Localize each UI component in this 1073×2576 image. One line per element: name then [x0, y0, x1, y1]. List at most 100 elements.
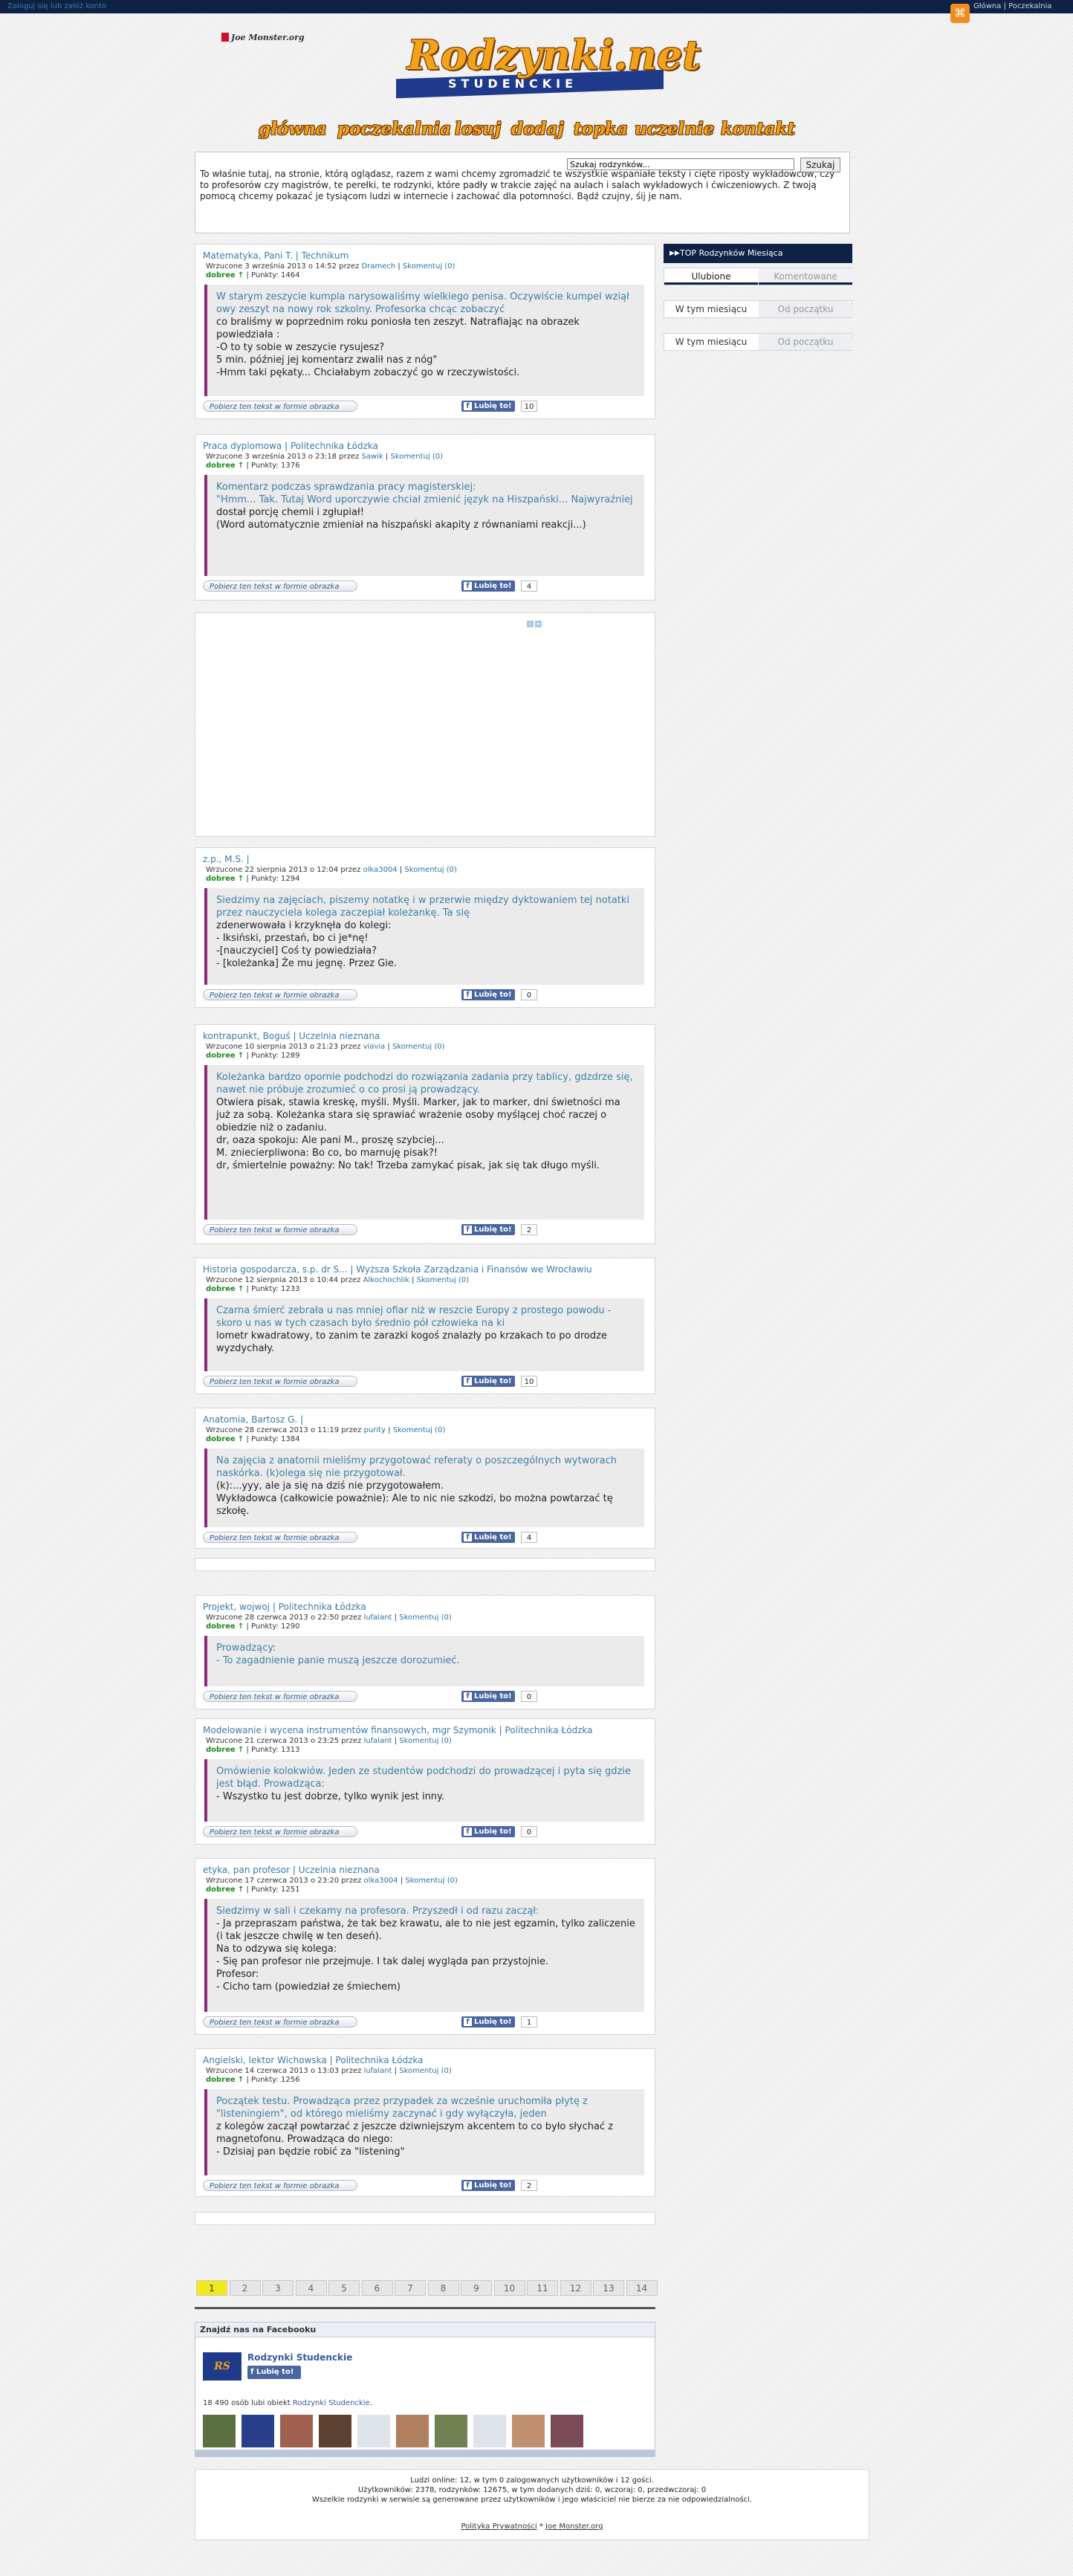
avatar[interactable] — [357, 2415, 390, 2447]
vote-up-button[interactable]: dobree — [206, 271, 236, 279]
post-author-link[interactable]: olka3004 — [364, 1877, 398, 1885]
page-2-button[interactable]: 2 — [229, 2280, 261, 2296]
post-lecturer-link[interactable]: etyka, pan profesor — [203, 1865, 290, 1875]
page-4-button[interactable]: 4 — [295, 2280, 327, 2296]
avatar[interactable] — [203, 2415, 236, 2447]
post-lecturer-link[interactable]: z.p., M.S. — [203, 854, 244, 864]
post-comment-link[interactable]: Skomentuj (0) — [393, 1426, 446, 1434]
facebook-page-link[interactable]: Rodzynki Studenckie — [293, 2399, 370, 2407]
download-image-button[interactable]: Pobierz ten tekst w formie obrazka — [203, 2180, 357, 2191]
vote-up-icon[interactable]: ↑ — [238, 1886, 244, 1894]
vote-up-icon[interactable]: ↑ — [238, 875, 244, 883]
vote-up-icon[interactable]: ↑ — [238, 462, 244, 470]
post-school-link[interactable]: Wyższa Szkoła Zarządzania i Finansów we … — [356, 1264, 591, 1275]
nav-uczelnie[interactable]: uczelnie — [635, 119, 714, 139]
page-8-button[interactable]: 8 — [427, 2280, 459, 2296]
tab-this-month[interactable]: W tym miesiącu — [664, 301, 758, 317]
ad-info-icon[interactable]: i — [527, 621, 534, 627]
ad-close-icon[interactable]: × — [535, 621, 542, 627]
post-lecturer-link[interactable]: Praca dyplomowa — [203, 441, 282, 451]
vote-up-icon[interactable]: ↑ — [238, 1285, 244, 1293]
post-school-link[interactable]: Uczelnia nieznana — [299, 1031, 380, 1041]
page-12-button[interactable]: 12 — [560, 2280, 591, 2296]
download-image-button[interactable]: Pobierz ten tekst w formie obrazka — [203, 989, 357, 1000]
search-input[interactable] — [567, 158, 794, 170]
facebook-like-button[interactable]: f Lubię to! — [461, 1224, 515, 1235]
avatar[interactable] — [280, 2415, 313, 2447]
post-lecturer-link[interactable]: kontrapunkt, Boguś — [203, 1031, 291, 1041]
post-author-link[interactable]: olka3004 — [363, 866, 398, 874]
facebook-page-name[interactable]: Rodzynki Studenckie — [247, 2352, 352, 2363]
tab-this-month[interactable]: W tym miesiącu — [664, 334, 758, 350]
post-school-link[interactable]: Politechnika Łódzka — [505, 1725, 592, 1735]
facebook-like-button[interactable]: f Lubię to! — [247, 2366, 301, 2379]
page-10-button[interactable]: 10 — [493, 2280, 525, 2296]
login-link[interactable]: Zaloguj się lub załóż konto — [7, 2, 106, 10]
post-author-link[interactable]: lufalant — [364, 2067, 392, 2075]
download-image-button[interactable]: Pobierz ten tekst w formie obrazka — [203, 1826, 357, 1837]
facebook-like-button[interactable]: f Lubię to! — [461, 1376, 515, 1387]
vote-up-button[interactable]: dobree — [206, 1746, 236, 1754]
avatar[interactable] — [551, 2415, 583, 2447]
vote-up-button[interactable]: dobree — [206, 1622, 236, 1631]
post-author-link[interactable]: lufalant — [364, 1614, 392, 1622]
post-comment-link[interactable]: Skomentuj (0) — [403, 262, 456, 271]
vote-up-button[interactable]: dobree — [206, 1435, 236, 1443]
nav-glowna[interactable]: główna — [259, 119, 327, 139]
page-7-button[interactable]: 7 — [395, 2280, 426, 2296]
post-author-link[interactable]: viavia — [363, 1043, 386, 1051]
rss-icon[interactable]: ⌘ — [950, 4, 970, 23]
post-lecturer-link[interactable]: Historia gospodarcza, s.p. dr S... — [203, 1264, 348, 1275]
joemonster-logo[interactable]: Joe Monster.org — [221, 33, 305, 42]
nav-kontakt[interactable]: kontakt — [721, 119, 795, 139]
vote-up-icon[interactable]: ↑ — [238, 2076, 244, 2084]
vote-up-icon[interactable]: ↑ — [238, 271, 244, 279]
post-comment-link[interactable]: Skomentuj (0) — [390, 453, 443, 461]
post-comment-link[interactable]: Skomentuj (0) — [392, 1043, 445, 1051]
facebook-like-button[interactable]: f Lubię to! — [461, 2016, 515, 2028]
post-comment-link[interactable]: Skomentuj (0) — [399, 1737, 452, 1745]
post-author-link[interactable]: Dramech — [362, 262, 396, 271]
tab-ulubione[interactable]: Ulubione — [664, 268, 758, 285]
search-button[interactable]: Szukaj — [800, 158, 840, 172]
nav-poczekalnia[interactable]: poczekalnia — [337, 119, 451, 139]
tab-komentowane[interactable]: Komentowane — [759, 268, 852, 285]
post-comment-link[interactable]: Skomentuj (0) — [399, 2067, 452, 2075]
facebook-like-button[interactable]: f Lubię to! — [461, 989, 515, 1000]
facebook-like-button[interactable]: f Lubię to! — [461, 1691, 515, 1702]
avatar[interactable] — [396, 2415, 429, 2447]
vote-up-icon[interactable]: ↑ — [238, 1746, 244, 1754]
post-lecturer-link[interactable]: Modelowanie i wycena instrumentów finans… — [203, 1725, 496, 1735]
avatar[interactable] — [512, 2415, 545, 2447]
download-image-button[interactable]: Pobierz ten tekst w formie obrazka — [203, 1691, 357, 1702]
nav-dodaj[interactable]: dodaj — [511, 119, 564, 139]
vote-up-button[interactable]: dobree — [206, 1886, 236, 1894]
vote-up-icon[interactable]: ↑ — [238, 1052, 244, 1060]
page-14-button[interactable]: 14 — [626, 2280, 658, 2296]
post-school-link[interactable]: Technikum — [302, 250, 349, 261]
page-3-button[interactable]: 3 — [262, 2280, 294, 2296]
vote-up-button[interactable]: dobree — [206, 2076, 236, 2084]
page-6-button[interactable]: 6 — [361, 2280, 393, 2296]
avatar[interactable] — [473, 2415, 506, 2447]
vote-up-button[interactable]: dobree — [206, 875, 236, 883]
tab-all-time[interactable]: Od początku — [759, 334, 852, 350]
site-logo[interactable]: Rodzynki.net STUDENCKIE — [396, 31, 701, 102]
page-avatar[interactable]: RS — [203, 2352, 241, 2381]
vote-up-icon[interactable]: ↑ — [238, 1622, 244, 1631]
post-school-link[interactable]: Politechnika Łódzka — [279, 1602, 366, 1612]
post-comment-link[interactable]: Skomentuj (0) — [417, 1276, 470, 1284]
facebook-like-button[interactable]: f Lubię to! — [461, 1532, 515, 1543]
page-5-button[interactable]: 5 — [328, 2280, 360, 2296]
facebook-like-button[interactable]: f Lubię to! — [461, 2180, 515, 2191]
rss-links[interactable]: Główna | Poczekalnia — [973, 2, 1052, 10]
post-author-link[interactable]: Sawik — [362, 453, 383, 461]
facebook-like-button[interactable]: f Lubię to! — [461, 401, 515, 412]
post-comment-link[interactable]: Skomentuj (0) — [399, 1614, 452, 1622]
download-image-button[interactable]: Pobierz ten tekst w formie obrazka — [203, 1532, 357, 1543]
joemonster-link[interactable]: Joe Monster.org — [545, 2522, 603, 2531]
nav-losuj[interactable]: losuj — [455, 119, 501, 139]
post-school-link[interactable]: Uczelnia nieznana — [299, 1865, 380, 1875]
page-13-button[interactable]: 13 — [593, 2280, 624, 2296]
download-image-button[interactable]: Pobierz ten tekst w formie obrazka — [203, 1376, 357, 1387]
